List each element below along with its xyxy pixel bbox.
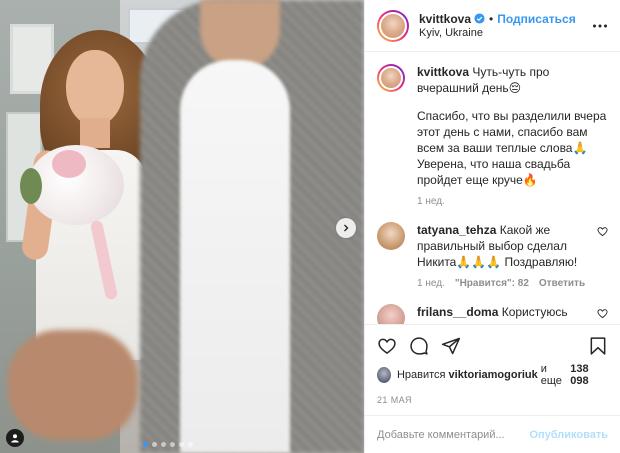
comment-username[interactable]: frilans__doma [417,305,498,319]
likes-user[interactable]: viktoriamogoriuk [449,369,538,381]
comment-item: tatyana_tehza Какой же правильный выбор … [377,222,608,292]
post-actions: Нравится viktoriamogoriuk и еще 138 098 … [365,324,620,415]
photo-bride-face [66,50,124,126]
carousel-dot [143,442,148,447]
carousel-dot [170,442,175,447]
follow-button[interactable]: Подписаться [497,12,575,26]
post-header: kvittkova • Подписаться Kyiv, Ukraine [365,0,620,52]
carousel-dots [143,442,193,447]
caption-avatar[interactable] [377,64,405,92]
photo-groom-shirt [180,60,290,453]
heart-icon[interactable] [597,308,608,319]
chevron-right-icon [344,224,349,232]
photo-groom-hand [8,330,138,440]
add-comment-bar: Опубликовать [365,415,620,453]
likes-prefix: Нравится [396,369,446,381]
photo-bouquet-greenery [20,168,42,204]
carousel-dot [152,442,157,447]
comment-icon[interactable] [409,336,429,356]
caption-time[interactable]: 1 нед. [417,194,445,210]
person-tag-icon [11,434,19,443]
carousel-dot [179,442,184,447]
liker-avatar [377,367,391,383]
share-icon[interactable] [441,336,461,356]
author-username[interactable]: kvittkova [419,12,471,26]
caption-text-2: Спасибо, что вы разделили вчера этот ден… [417,109,607,187]
comment-avatar[interactable] [377,222,405,250]
photo-bouquet-rose [52,150,86,178]
comment-input[interactable] [377,428,530,441]
heart-icon[interactable] [377,336,397,356]
bookmark-icon[interactable] [588,336,608,356]
photo-bride-neck [80,118,110,148]
carousel-dot [161,442,166,447]
comment-likes[interactable]: "Нравится": 82 [455,276,529,292]
caption-username[interactable]: kvittkova [417,65,469,79]
header-separator: • [489,11,494,26]
post-photo[interactable] [0,0,364,453]
publish-button[interactable]: Опубликовать [529,429,608,441]
post-date[interactable]: 21 МАЯ [377,395,608,405]
verified-icon [474,13,485,24]
more-icon[interactable] [592,18,608,34]
caption: kvittkova Чуть-чуть про вчерашний день😔 … [377,64,608,210]
author-avatar[interactable] [377,9,409,42]
comment-avatar[interactable] [377,304,405,324]
comment-reply-button[interactable]: Ответить [539,276,585,292]
comments-list[interactable]: kvittkova Чуть-чуть про вчерашний день😔 … [365,52,620,324]
heart-icon[interactable] [597,226,608,237]
comment-time[interactable]: 1 нед. [417,276,445,292]
carousel-next-button[interactable] [336,218,356,238]
post-side-panel: kvittkova • Подписаться Kyiv, Ukraine kv… [364,0,620,453]
post-location[interactable]: Kyiv, Ukraine [419,26,576,40]
likes-summary[interactable]: Нравится viktoriamogoriuk и еще 138 098 [377,363,608,387]
tagged-people-button[interactable] [6,429,24,447]
likes-middle: и еще [540,363,562,387]
carousel-dot [188,442,193,447]
comment-username[interactable]: tatyana_tehza [417,223,496,237]
comment-item: frilans__doma Користуюсь нагодою, хочу з… [377,304,608,324]
instagram-post: kvittkova • Подписаться Kyiv, Ukraine kv… [0,0,620,453]
likes-count[interactable]: 138 098 [570,363,605,387]
